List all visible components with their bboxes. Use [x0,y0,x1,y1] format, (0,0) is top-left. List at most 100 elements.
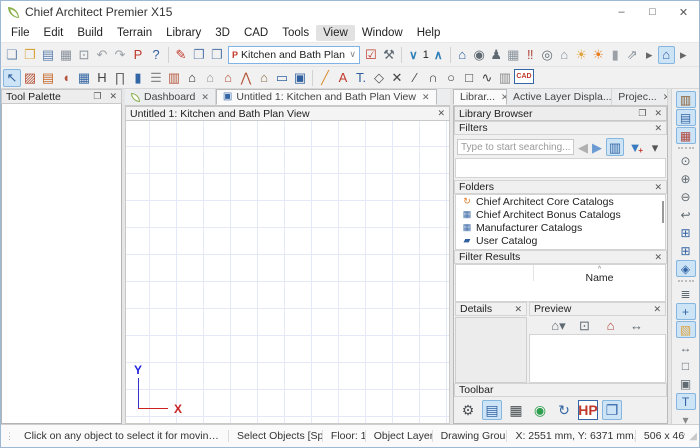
update-core-catalogs-icon[interactable]: ◉ [530,400,550,420]
straight-wall-icon[interactable]: ▨ [21,69,39,87]
undo-icon[interactable]: ↶ [93,46,111,64]
saved-plan-view-icon[interactable]: ❐ [190,46,208,64]
callout-tool-icon[interactable]: ◇ [370,69,388,87]
menu-item[interactable]: View [316,25,355,41]
rich-text-icon[interactable]: T. [352,69,370,87]
spray-material-icon[interactable]: ▮ [607,46,624,64]
doorway-icon[interactable]: ∏ [111,69,129,87]
help-icon[interactable]: ? [147,46,165,64]
framing-overview-icon[interactable]: ▦ [505,46,522,64]
rail-reference-display-icon[interactable]: + [676,303,696,320]
hinged-door-icon[interactable]: H [93,69,111,87]
rail-project-browser-icon[interactable]: ▦ [676,127,696,144]
curved-wall-icon[interactable]: ◖ [57,69,75,87]
rail-zoom-icon[interactable]: ⊙ [676,152,696,169]
preview-fill-window-icon[interactable]: ⊡ [576,316,594,334]
spline-tool-icon[interactable]: ∿ [478,69,496,87]
rail-zoom-out-icon[interactable]: ⊖ [676,188,696,205]
save-plan-icon[interactable]: ▤ [39,46,57,64]
sun-icon[interactable]: ☀ [573,46,590,64]
tab-dashboard[interactable]: Dashboard ✕ [125,89,216,105]
redo-icon[interactable]: ↷ [111,46,129,64]
menu-item[interactable]: 3D [208,25,237,41]
rail-rectangle-icon[interactable]: □ [676,357,696,374]
close-section-icon[interactable]: ✕ [654,123,662,134]
rail-library-browser-icon[interactable]: ▥ [676,91,696,108]
filter-forward-icon[interactable]: ▶ [590,138,604,156]
filter-back-icon[interactable]: ◀ [576,138,590,156]
show-folders-icon[interactable]: ❐ [602,400,622,420]
text-tool-icon[interactable]: A [334,69,352,87]
rail-color-toggle-icon[interactable]: ▧ [676,321,696,338]
chevron-down-icon[interactable]: ∨ [349,49,356,60]
elevation-view-icon[interactable]: ⌂ [556,46,573,64]
tree-scrollbar[interactable] [662,201,664,223]
drawing-canvas[interactable]: Y X [125,121,450,424]
hp-catalog-icon[interactable]: HP [578,400,598,420]
close-panel-icon[interactable]: ✕ [654,108,662,119]
close-section-icon[interactable]: ✕ [514,304,522,315]
grid-view-icon[interactable]: ▦ [506,400,526,420]
deck-railing-icon[interactable]: ▤ [39,69,57,87]
add-filter-icon[interactable]: ▼+ [626,138,644,156]
tool-palette-body[interactable] [1,104,122,424]
print-icon[interactable]: ▦ [57,46,75,64]
sliding-door-icon[interactable]: ▮ [129,69,147,87]
full-overview-icon[interactable]: ⌂ [454,46,471,64]
tab-library[interactable]: Librar... ✕ [453,89,507,105]
cad-block-icon[interactable]: ▥ [496,69,514,87]
library-search-input[interactable] [457,139,574,155]
menu-item[interactable]: CAD [237,25,275,41]
maximize-button[interactable]: □ [637,1,668,23]
close-section-icon[interactable]: ✕ [654,182,662,193]
circle-tool-icon[interactable]: ○ [442,69,460,87]
dimension-tool-icon[interactable]: ╱ [316,69,334,87]
folder-core-catalogs[interactable]: ↻ Chief Architect Core Catalogs [456,195,665,208]
select-objects-icon[interactable]: ↖ [3,69,21,87]
close-tab-icon[interactable]: ✕ [422,92,430,103]
tab-untitled-plan[interactable]: ▣ Untitled 1: Kitchen and Bath Plan View… [216,89,437,105]
close-button[interactable]: ✕ [668,1,699,23]
arc-tool-icon[interactable]: ∩ [424,69,442,87]
print-preview-icon[interactable]: ⊡ [75,46,93,64]
house-roof-icon[interactable]: ⌂ [183,69,201,87]
cad-detail-icon[interactable]: CAD [514,69,534,84]
menu-item[interactable]: Library [159,25,208,41]
filter-menu-caret-icon[interactable]: ▾ [646,138,664,156]
house-outline-icon[interactable]: ⌂ [201,69,219,87]
folder-bonus-catalogs[interactable]: ▦ Chief Architect Bonus Catalogs [456,208,665,221]
rail-zoom-in-icon[interactable]: ⊕ [676,170,696,187]
window-tool-icon[interactable]: ▦ [75,69,93,87]
active-layer-set-icon[interactable]: ☑ [362,46,380,64]
resize-grip-icon[interactable]: ◢ [685,431,699,442]
preview-dimensions-icon[interactable]: ↔ [628,316,646,334]
rail-fill-building-icon[interactable]: ⊞ [676,242,696,259]
dormer-icon[interactable]: ⌂ [255,69,273,87]
walkthrough-path-icon[interactable]: ‼ [522,46,539,64]
close-tab-icon[interactable]: ✕ [201,92,209,103]
stairs-icon[interactable]: ☰ [147,69,165,87]
menu-item[interactable]: Window [355,25,410,41]
floor-up-button[interactable]: ∧ [434,48,443,62]
rail-layer-options-icon[interactable]: ≣ [676,285,696,302]
new-plan-icon[interactable]: ❏ [3,46,21,64]
camera-view-icon[interactable]: ◉ [471,46,488,64]
saved-plan-view-alt-icon[interactable]: ❐ [208,46,226,64]
minimize-button[interactable]: – [606,1,637,23]
adjust-lights-icon[interactable]: ⇗ [624,46,641,64]
rect-tool-icon[interactable]: □ [460,69,478,87]
update-library-icon[interactable]: ↻ [554,400,574,420]
close-panel-icon[interactable]: ✕ [109,91,117,102]
filters-list-box[interactable] [455,158,666,178]
folder-manufacturer-catalogs[interactable]: ▦ Manufacturer Catalogs [456,221,665,234]
name-column-header[interactable]: ^ Name [534,265,665,301]
tab-active-layer[interactable]: Active Layer Displa... ✕ [507,89,612,105]
menu-item[interactable]: Tools [275,25,316,41]
camera-lens-icon[interactable]: ◎ [539,46,556,64]
rail-page-zoom-icon[interactable]: ▣ [676,375,696,392]
menu-item[interactable]: Terrain [110,25,159,41]
close-section-icon[interactable]: ✕ [653,304,661,315]
rail-active-layer-display-icon[interactable]: ▤ [676,109,696,126]
rail-text-styles-icon[interactable]: T [676,393,696,410]
menu-item[interactable]: Build [70,25,110,41]
